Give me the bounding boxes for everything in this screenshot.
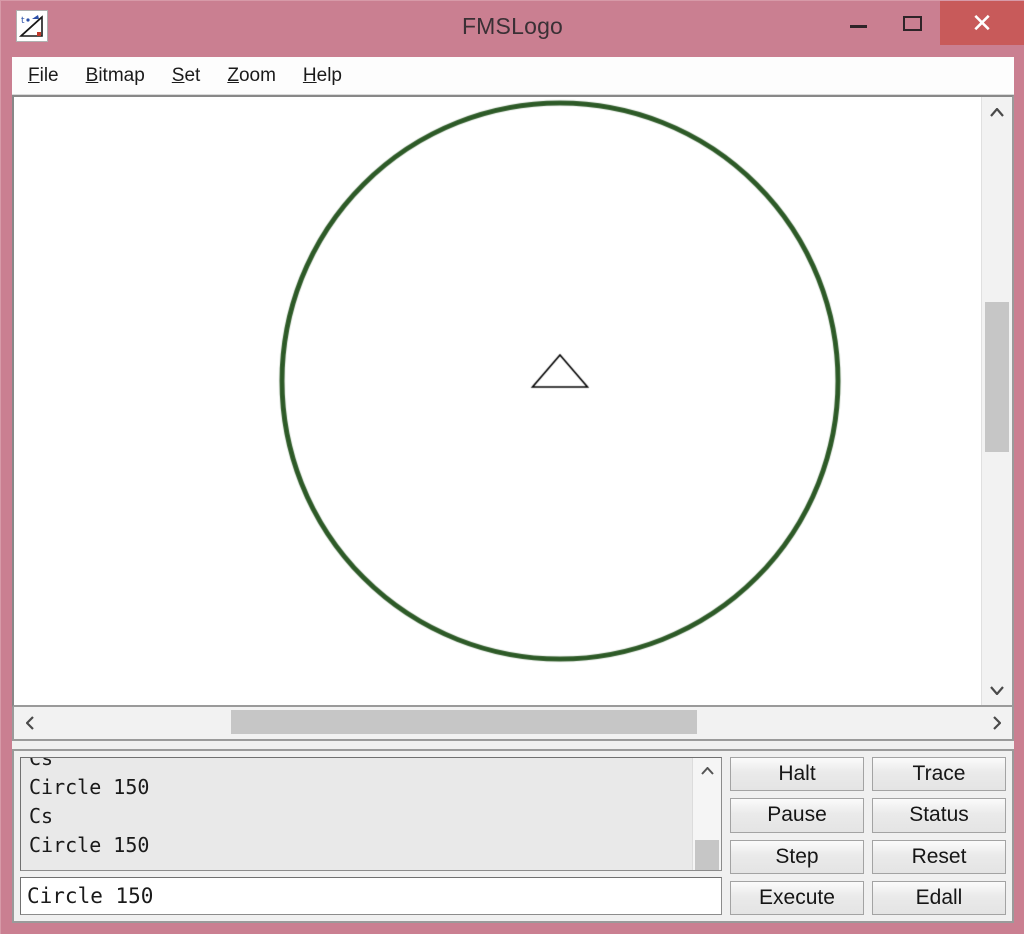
menu-rest-bitmap: itmap [98, 64, 145, 86]
trace-button[interactable]: Trace [872, 757, 1006, 792]
menu-rest-set: et [184, 64, 201, 86]
menu-rest-help: elp [316, 64, 342, 86]
status-button[interactable]: Status [872, 798, 1006, 833]
fmslogo-window: t FMSLogo ✕ File Bitmap Set Zoom Help Cs… [0, 0, 1024, 934]
close-icon: ✕ [971, 8, 993, 38]
minimize-icon [849, 24, 867, 28]
menu-accel-set: S [171, 64, 185, 86]
client-area: File Bitmap Set Zoom Help Cs Circle 150 … [12, 57, 1014, 923]
maximize-button[interactable] [888, 1, 936, 45]
scroll-up-button[interactable] [982, 97, 1012, 127]
graphics-horizontal-scrollbar[interactable] [12, 707, 1014, 741]
halt-button[interactable]: Halt [730, 757, 864, 792]
history-scroll-thumb[interactable] [695, 840, 719, 870]
command-history-box[interactable]: Cs Circle 150 Cs Circle 150 [20, 757, 722, 871]
commander-left-column: Cs Circle 150 Cs Circle 150 [20, 757, 722, 915]
close-button[interactable]: ✕ [940, 1, 1024, 45]
command-input[interactable] [20, 877, 722, 915]
menu-accel-help: H [302, 64, 317, 86]
scroll-left-button[interactable] [14, 708, 46, 738]
graphics-horizontal-scroll-thumb[interactable] [231, 710, 697, 734]
menu-rest-file: ile [39, 64, 59, 86]
execute-button[interactable]: Execute [730, 880, 864, 915]
menu-rest-zoom: oom [238, 64, 276, 86]
pause-button[interactable]: Pause [730, 798, 864, 833]
graphics-vertical-scroll-thumb[interactable] [985, 302, 1009, 452]
menu-item-help[interactable]: Help [303, 61, 357, 91]
menu-item-set[interactable]: Set [172, 61, 216, 91]
commander-pane: Cs Circle 150 Cs Circle 150 Halt [12, 749, 1014, 923]
command-history-text: Cs Circle 150 Cs Circle 150 [29, 757, 150, 857]
history-vertical-scrollbar[interactable] [692, 758, 721, 870]
menu-item-bitmap[interactable]: Bitmap [86, 61, 160, 91]
menu-bar: File Bitmap Set Zoom Help [12, 57, 1014, 95]
turtle-canvas[interactable] [14, 97, 978, 705]
minimize-button[interactable] [834, 1, 882, 45]
history-scroll-up-button[interactable] [693, 758, 721, 784]
scroll-down-button[interactable] [982, 675, 1012, 705]
turtle-canvas-viewport[interactable] [14, 97, 981, 705]
graphics-vertical-scrollbar[interactable] [981, 97, 1012, 705]
turtle-graphics-panel[interactable] [12, 95, 1014, 707]
menu-accel-bitmap: B [85, 64, 99, 86]
menu-accel-zoom: Z [227, 64, 239, 86]
menu-item-file[interactable]: File [28, 61, 74, 91]
reset-button[interactable]: Reset [872, 839, 1006, 874]
scroll-right-button[interactable] [980, 708, 1012, 738]
step-button[interactable]: Step [730, 839, 864, 874]
menu-accel-file: F [28, 64, 40, 86]
menu-item-zoom[interactable]: Zoom [227, 61, 291, 91]
commander-buttons: Halt Trace Pause Status Step Reset Execu… [730, 757, 1006, 915]
title-bar: t FMSLogo ✕ [1, 1, 1024, 57]
maximize-icon [902, 15, 922, 31]
edall-button[interactable]: Edall [872, 880, 1006, 915]
